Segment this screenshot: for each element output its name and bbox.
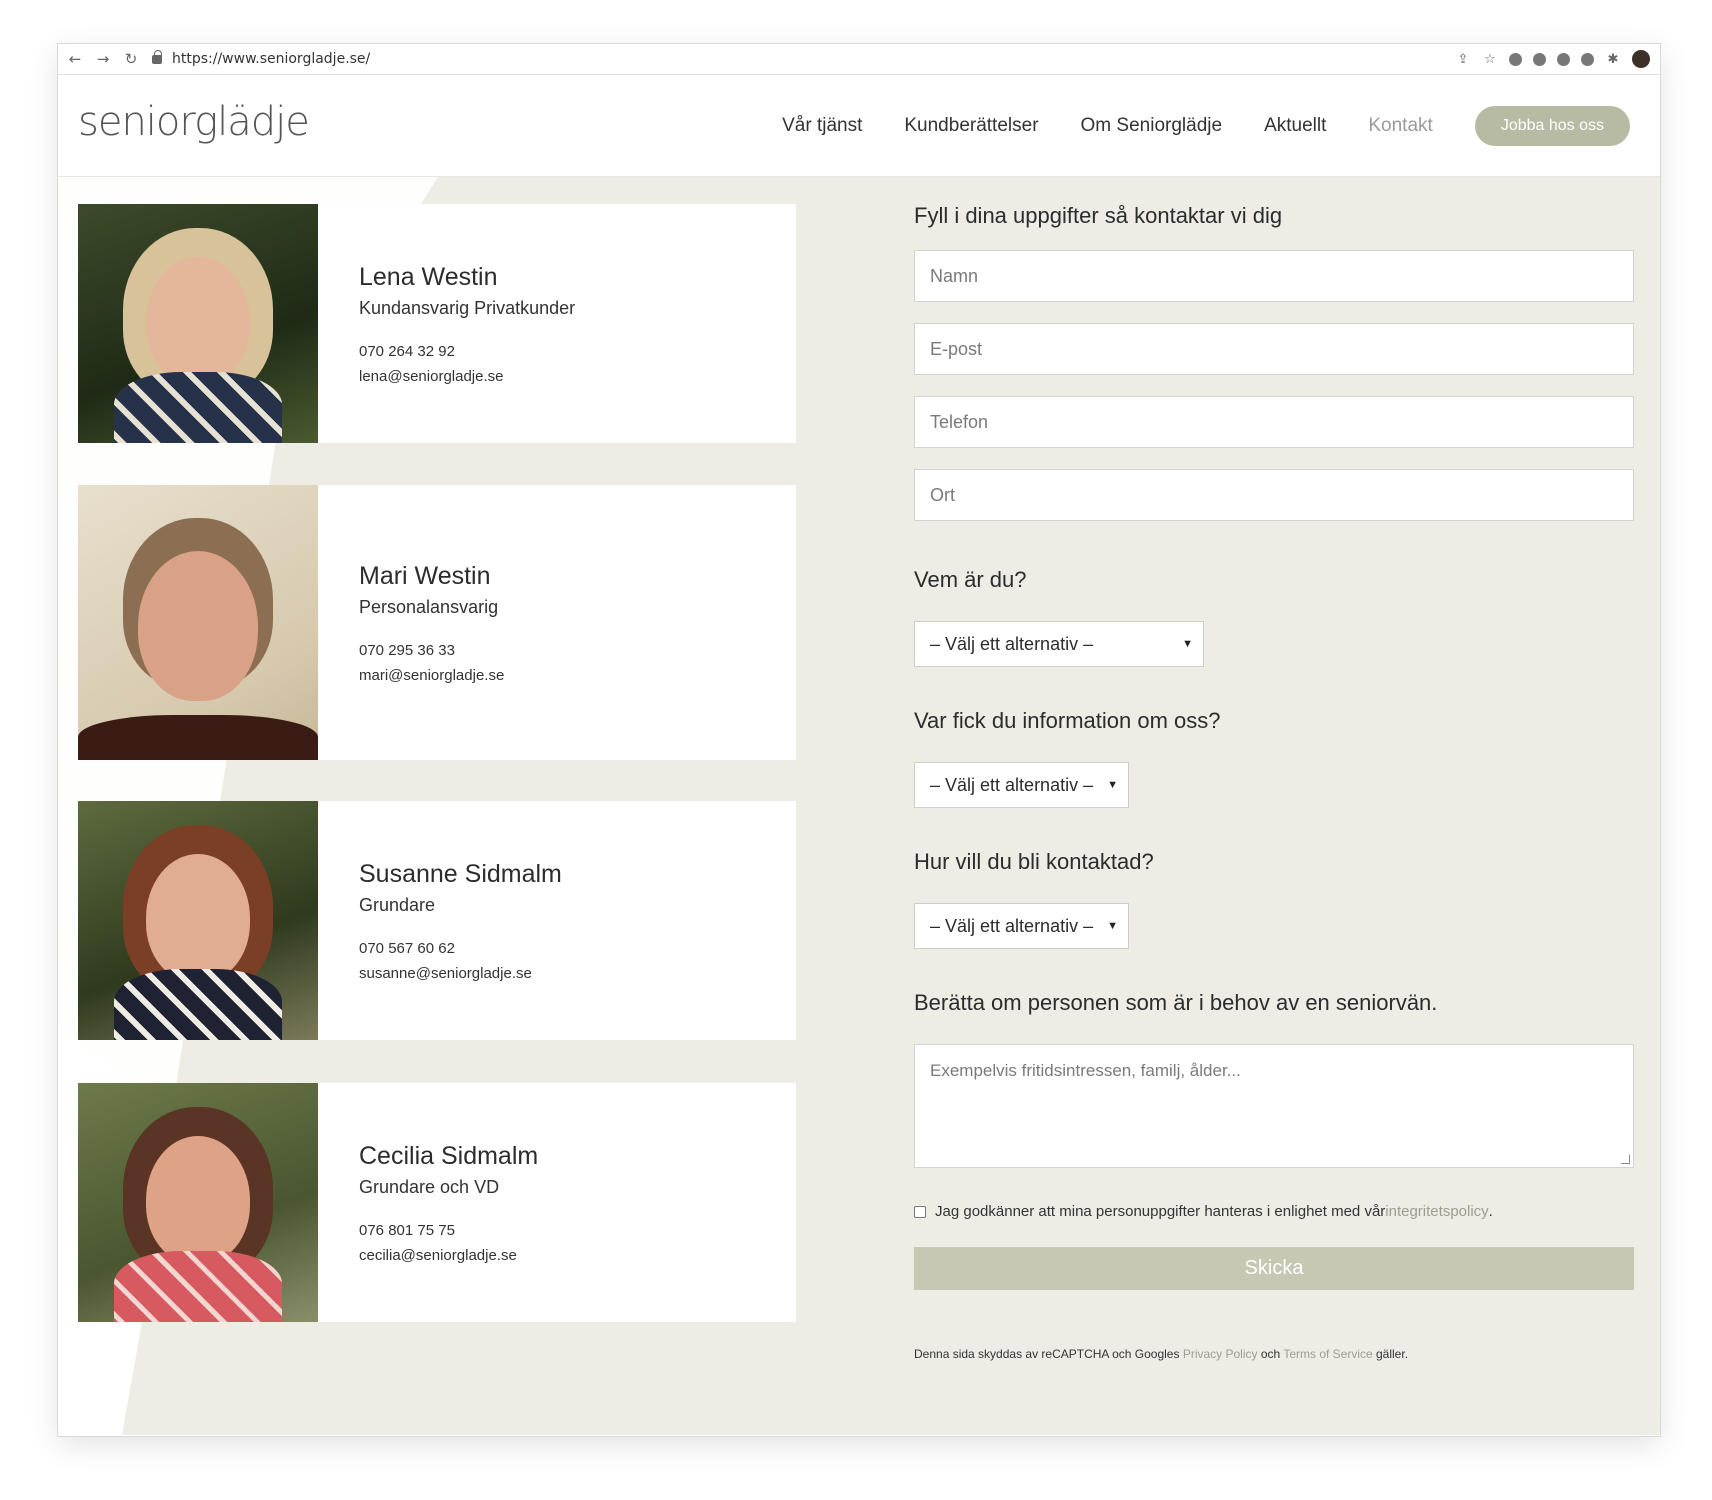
- site-header: seniorglädje Vår tjänst Kundberättelser …: [58, 75, 1660, 177]
- about-textarea[interactable]: Exempelvis fritidsintressen, familj, åld…: [914, 1044, 1634, 1168]
- reload-icon[interactable]: ↻: [124, 50, 138, 68]
- contact-role: Grundare och VD: [359, 1176, 500, 1197]
- contact-card: Lena Westin Kundansvarig Privatkunder 07…: [78, 204, 796, 443]
- contact-photo: [78, 801, 318, 1040]
- browser-tools: ⇪ ☆ ✱: [1455, 50, 1650, 68]
- privacy-policy-link[interactable]: Privacy Policy: [1183, 1347, 1258, 1361]
- contact-card: Susanne Sidmalm Grundare 070 567 60 62 s…: [78, 801, 796, 1040]
- nav-item-var-tjanst[interactable]: Vår tjänst: [782, 115, 862, 137]
- browser-toolbar: ← → ↻ https://www.seniorgladje.se/ ⇪ ☆ ✱: [58, 44, 1660, 75]
- evernote-icon[interactable]: [1533, 52, 1546, 66]
- profile-avatar-icon[interactable]: [1632, 50, 1650, 68]
- nav-item-kundberattelser[interactable]: Kundberättelser: [904, 115, 1038, 137]
- nav-item-kontakt[interactable]: Kontakt: [1368, 115, 1432, 137]
- contact-name: Cecilia Sidmalm: [359, 1141, 539, 1170]
- contact-info: Susanne Sidmalm Grundare 070 567 60 62 s…: [318, 801, 562, 1040]
- recaptcha-notice: Denna sida skyddas av reCAPTCHA och Goog…: [914, 1347, 1408, 1361]
- chevron-down-icon: ▼: [1107, 920, 1118, 932]
- name-input[interactable]: Namn: [914, 250, 1634, 302]
- contact-method-select[interactable]: – Välj ett alternativ – ▼: [914, 903, 1129, 949]
- contact-photo: [78, 485, 318, 760]
- consent-checkbox[interactable]: [914, 1205, 926, 1218]
- who-select[interactable]: – Välj ett alternativ – ▼: [914, 621, 1204, 667]
- contact-info: Cecilia Sidmalm Grundare och VD 076 801 …: [318, 1083, 538, 1322]
- contact-phone[interactable]: 070 264 32 92: [359, 343, 575, 360]
- contact-role: Kundansvarig Privatkunder: [359, 297, 576, 318]
- puzzle-icon[interactable]: ✱: [1605, 51, 1621, 67]
- contact-info: Mari Westin Personalansvarig 070 295 36 …: [318, 485, 504, 760]
- source-label: Var fick du information om oss?: [914, 708, 1221, 733]
- extension-icon[interactable]: [1581, 52, 1594, 66]
- email-input[interactable]: E-post: [914, 323, 1634, 375]
- share-icon[interactable]: ⇪: [1455, 51, 1471, 67]
- contact-info: Lena Westin Kundansvarig Privatkunder 07…: [318, 204, 575, 443]
- contact-phone[interactable]: 076 801 75 75: [359, 1222, 538, 1239]
- contact-email[interactable]: lena@seniorgladje.se: [359, 368, 575, 385]
- phone-input[interactable]: Telefon: [914, 396, 1634, 448]
- consent-text: Jag godkänner att mina personuppgifter h…: [935, 1203, 1386, 1220]
- contact-name: Mari Westin: [359, 561, 491, 590]
- resize-handle-icon[interactable]: [1621, 1155, 1630, 1164]
- recaptcha-text: Denna sida skyddas av reCAPTCHA och Goog…: [914, 1347, 1183, 1361]
- chevron-down-icon: ▼: [1182, 638, 1193, 650]
- recaptcha-text: och: [1257, 1347, 1284, 1361]
- browser-window: ← → ↻ https://www.seniorgladje.se/ ⇪ ☆ ✱…: [58, 44, 1660, 1436]
- contact-email[interactable]: susanne@seniorgladje.se: [359, 965, 562, 982]
- star-icon[interactable]: ☆: [1482, 51, 1498, 67]
- main-content: Lena Westin Kundansvarig Privatkunder 07…: [58, 177, 1660, 1435]
- site-logo[interactable]: seniorglädje: [78, 99, 310, 145]
- source-select[interactable]: – Välj ett alternativ – ▼: [914, 762, 1129, 808]
- form-heading: Fyll i dina uppgifter så kontaktar vi di…: [914, 203, 1283, 228]
- consent-row: Jag godkänner att mina personuppgifter h…: [914, 1203, 1493, 1220]
- contact-email[interactable]: mari@seniorgladje.se: [359, 667, 504, 684]
- contact-card: Mari Westin Personalansvarig 070 295 36 …: [78, 485, 796, 760]
- integrity-policy-link[interactable]: integritetspolicy: [1385, 1203, 1488, 1220]
- who-label: Vem är du?: [914, 567, 1027, 592]
- submit-button[interactable]: Skicka: [914, 1247, 1634, 1290]
- lock-icon[interactable]: [152, 49, 162, 64]
- contact-method-select-value: – Välj ett alternativ –: [930, 915, 1094, 936]
- back-icon[interactable]: ←: [68, 50, 82, 68]
- nav-item-om-seniorgladje[interactable]: Om Seniorglädje: [1081, 115, 1223, 137]
- contact-role: Personalansvarig: [359, 596, 499, 617]
- contact-phone[interactable]: 070 567 60 62: [359, 940, 562, 957]
- address-bar[interactable]: https://www.seniorgladje.se/: [172, 51, 1455, 67]
- consent-end: .: [1488, 1203, 1493, 1220]
- chevron-down-icon: ▼: [1107, 779, 1118, 791]
- contact-phone[interactable]: 070 295 36 33: [359, 642, 504, 659]
- jobba-hos-oss-button[interactable]: Jobba hos oss: [1474, 105, 1630, 146]
- extension-icon[interactable]: [1509, 52, 1522, 66]
- contact-name: Susanne Sidmalm: [359, 859, 562, 888]
- contact-role: Grundare: [359, 894, 436, 915]
- main-nav: Vår tjänst Kundberättelser Om Seniorgläd…: [740, 105, 1630, 146]
- extension-icon[interactable]: [1557, 52, 1570, 66]
- about-label: Berätta om personen som är i behov av en…: [914, 990, 1438, 1015]
- browser-nav: ← → ↻: [68, 50, 138, 68]
- contact-method-label: Hur vill du bli kontaktad?: [914, 849, 1154, 874]
- recaptcha-text: gäller.: [1372, 1347, 1409, 1361]
- city-input[interactable]: Ort: [914, 469, 1634, 521]
- contact-name: Lena Westin: [359, 262, 498, 291]
- about-placeholder: Exempelvis fritidsintressen, familj, åld…: [930, 1061, 1241, 1080]
- contact-photo: [78, 1083, 318, 1322]
- contact-photo: [78, 204, 318, 443]
- contact-email[interactable]: cecilia@seniorgladje.se: [359, 1247, 538, 1264]
- contact-card: Cecilia Sidmalm Grundare och VD 076 801 …: [78, 1083, 796, 1322]
- forward-icon[interactable]: →: [96, 50, 110, 68]
- who-select-value: – Välj ett alternativ –: [930, 633, 1094, 654]
- terms-of-service-link[interactable]: Terms of Service: [1283, 1347, 1372, 1361]
- source-select-value: – Välj ett alternativ –: [930, 774, 1094, 795]
- nav-item-aktuellt[interactable]: Aktuellt: [1264, 115, 1326, 137]
